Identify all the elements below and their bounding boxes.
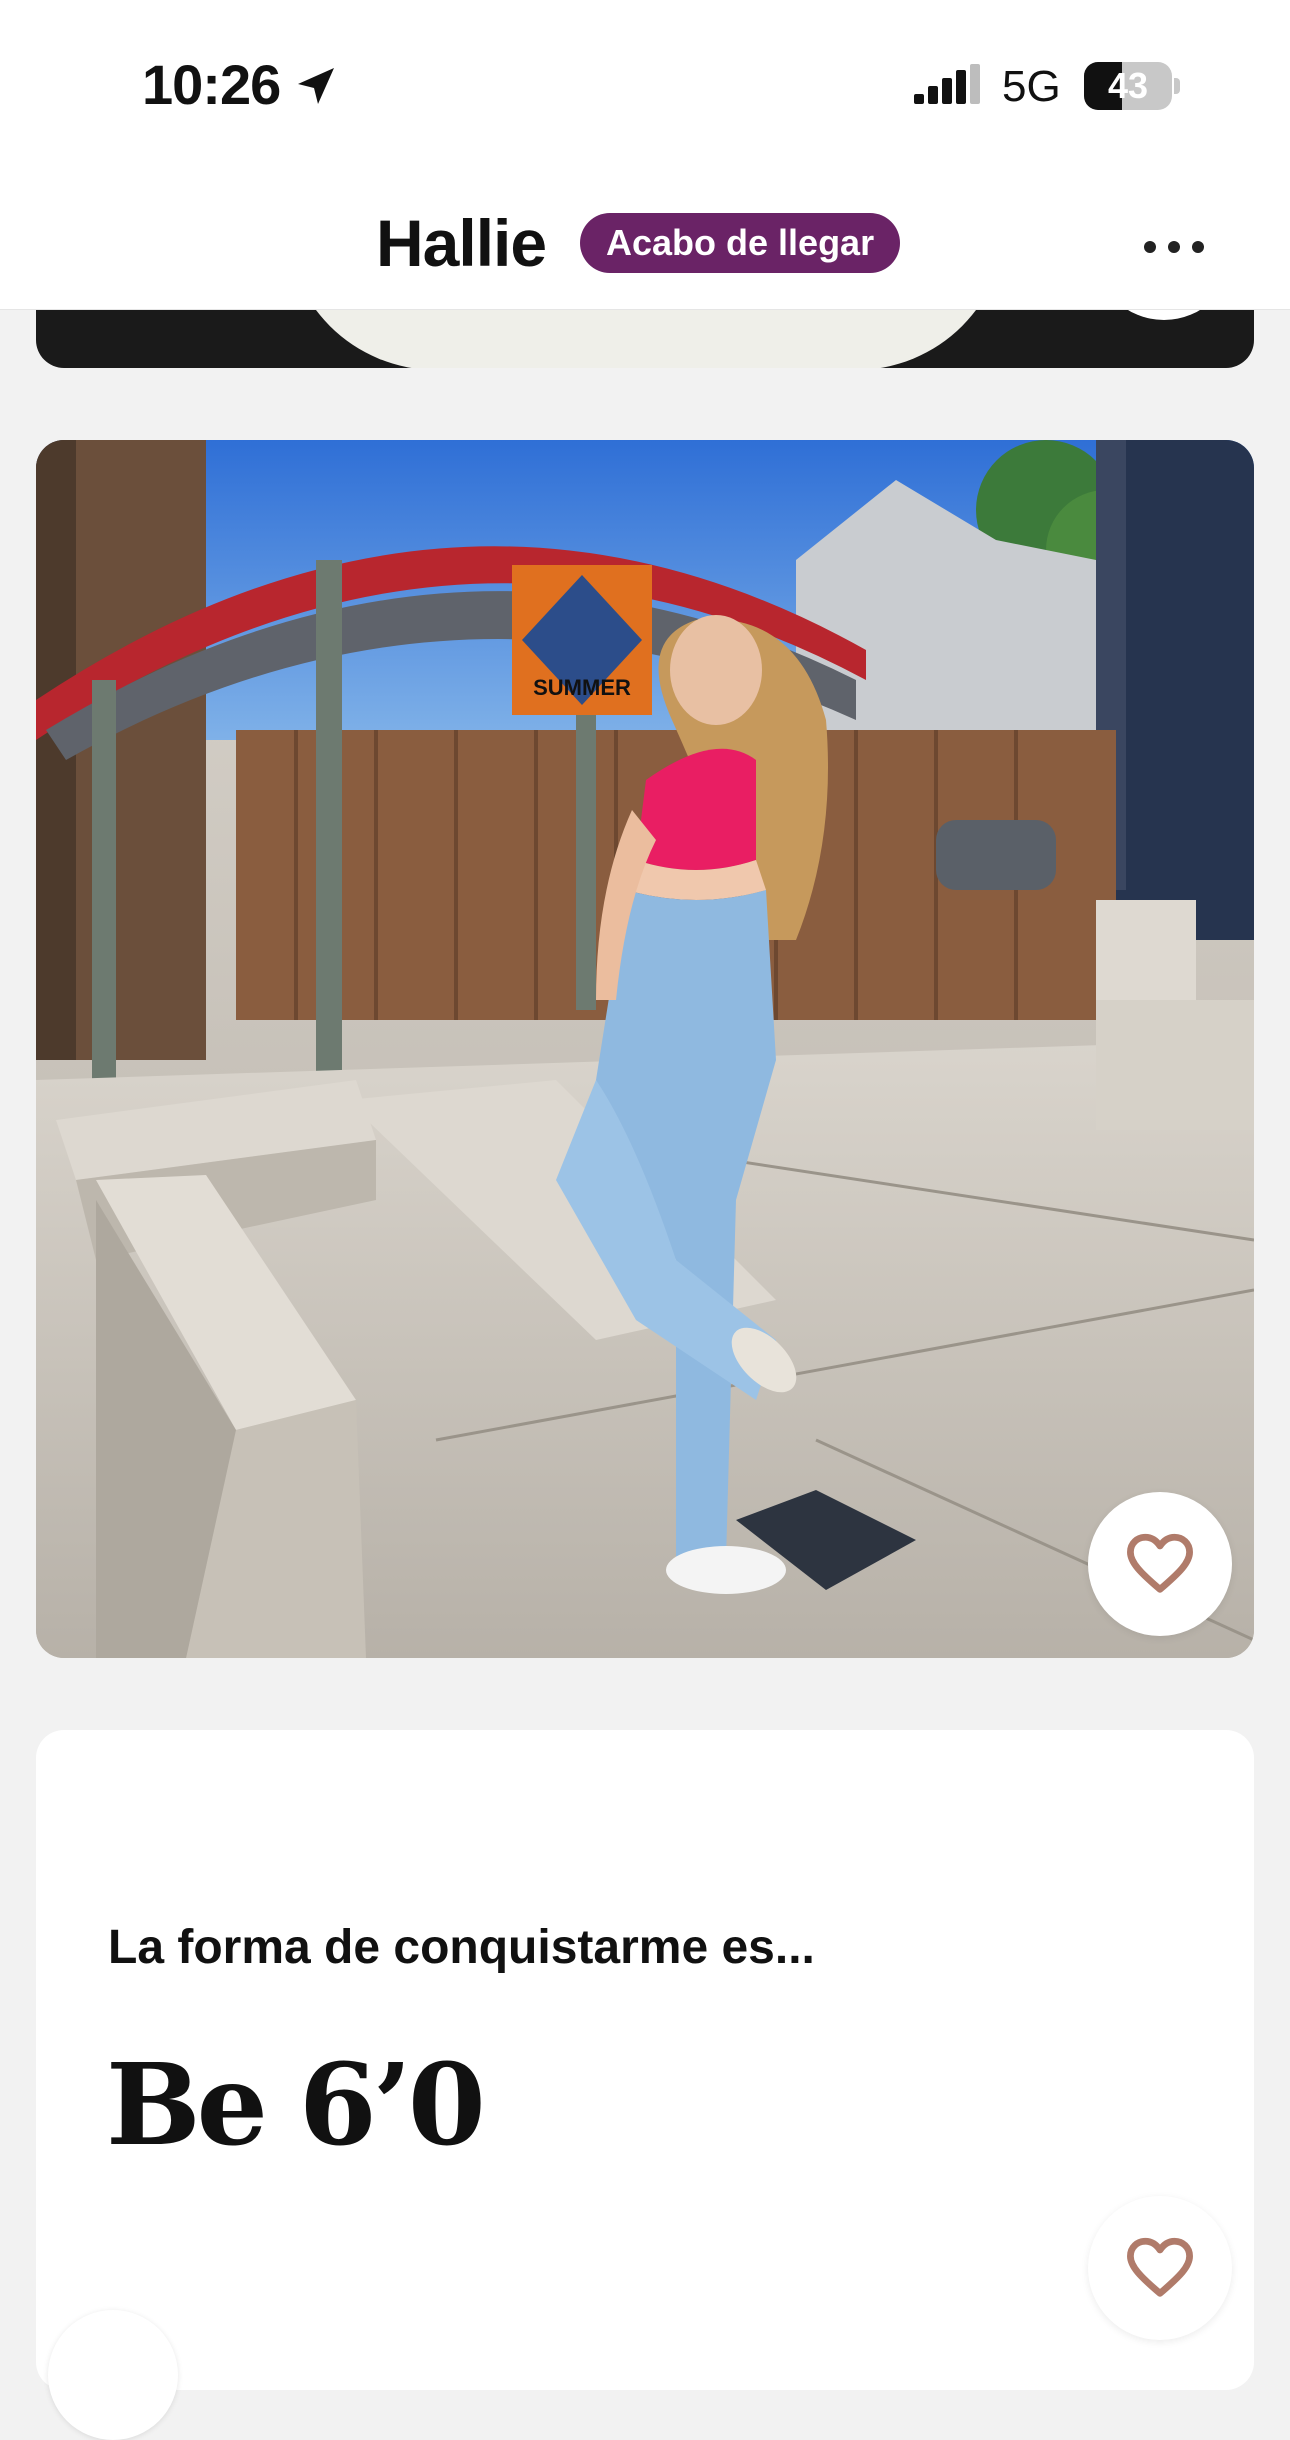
heart-outline-icon: [1127, 2237, 1193, 2297]
more-options-button[interactable]: [1144, 237, 1204, 257]
photo-image: SUMMER: [36, 440, 1254, 1658]
new-here-badge: Acabo de llegar: [580, 213, 901, 273]
location-arrow-icon: [298, 68, 334, 104]
profile-header: Hallie Acabo de llegar: [0, 175, 1290, 310]
sign-text: SUMMER: [533, 675, 631, 700]
profile-photo[interactable]: SUMMER: [36, 440, 1254, 1658]
prompt-card[interactable]: La forma de conquistarme es... Be 6’0: [36, 1730, 1254, 2390]
battery-icon: 43: [1084, 62, 1180, 110]
floating-action-button[interactable]: [48, 2310, 178, 2440]
status-bar: 10:26 5G 43: [0, 0, 1290, 175]
status-time: 10:26: [142, 53, 281, 116]
profile-name: Hallie: [376, 206, 547, 280]
prompt-question: La forma de conquistarme es...: [108, 1921, 815, 1974]
prompt-like-button[interactable]: [1088, 2196, 1232, 2340]
cellular-signal-icon: [914, 64, 980, 104]
battery-level: 43: [1107, 65, 1149, 106]
more-horizontal-icon: [1144, 241, 1156, 253]
photo-like-button[interactable]: [1088, 1492, 1232, 1636]
prompt-answer: Be 6’0: [106, 2040, 486, 2171]
heart-outline-icon: [1127, 1533, 1193, 1593]
network-type: 5G: [1002, 62, 1061, 111]
